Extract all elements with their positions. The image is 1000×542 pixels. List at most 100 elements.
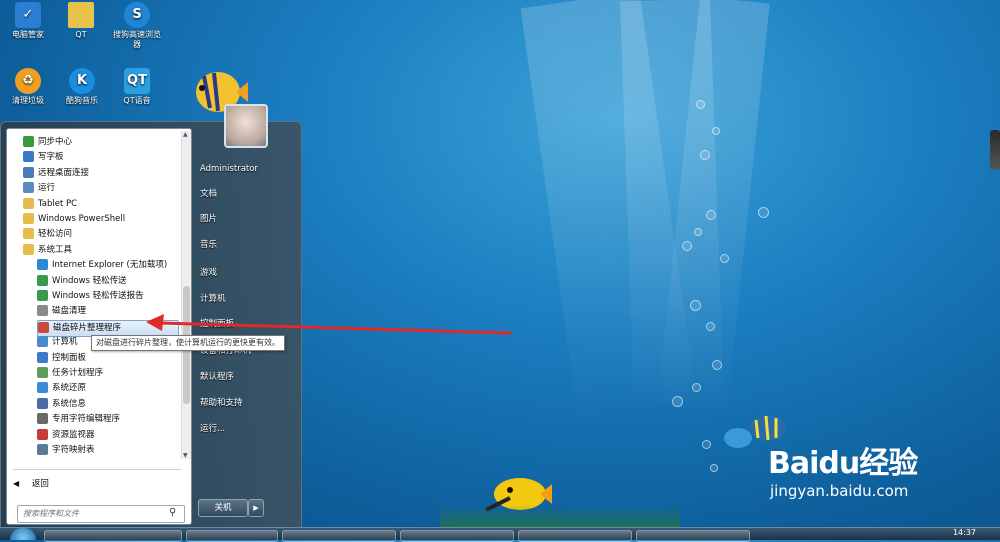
program-item[interactable]: 轻松访问 xyxy=(23,227,165,242)
start-menu-link[interactable]: 默认程序 xyxy=(200,368,234,386)
bubble xyxy=(702,440,711,449)
folder-icon xyxy=(23,228,34,240)
taskbar: 14:37 xyxy=(0,527,1000,542)
scrollbar[interactable]: ▲ ▼ xyxy=(181,131,191,459)
program-label: Windows PowerShell xyxy=(38,214,126,224)
divider xyxy=(13,469,181,470)
desktop-icon-clean-trash[interactable]: ♻ 清理垃圾 xyxy=(1,68,55,106)
program-item[interactable]: 系统还原 xyxy=(37,381,165,396)
taskbar-button[interactable] xyxy=(518,530,632,542)
gadget-meter xyxy=(990,130,1000,170)
program-item[interactable]: 同步中心 xyxy=(23,135,165,150)
start-menu-link[interactable]: 游戏 xyxy=(200,264,217,282)
back-button[interactable]: ◀ 返回 xyxy=(13,475,183,493)
program-label: 专用字符编辑程序 xyxy=(52,414,121,425)
shutdown-options-arrow[interactable]: ▶ xyxy=(248,499,264,517)
start-menu-link[interactable]: Administrator xyxy=(200,160,258,178)
taskbar-button[interactable] xyxy=(400,530,514,542)
program-item[interactable]: 系统信息 xyxy=(37,397,165,412)
system-restore-icon xyxy=(37,382,48,394)
start-menu-link[interactable]: 音乐 xyxy=(200,236,217,254)
program-item[interactable]: 控制面板 xyxy=(37,351,165,366)
baidu-url: jingyan.baidu.com xyxy=(770,482,909,500)
char-editor-icon xyxy=(37,413,48,425)
taskbar-button[interactable] xyxy=(636,530,750,542)
program-label: 系统还原 xyxy=(52,383,87,394)
program-list: 同步中心写字板远程桌面连接运行 Tablet PC Windows PowerShe… xyxy=(7,129,179,459)
start-menu-link[interactable]: 文档 xyxy=(200,185,217,203)
program-item[interactable]: Windows 轻松传送 xyxy=(37,274,165,289)
bubble xyxy=(712,127,720,135)
bubble xyxy=(694,228,702,236)
program-label: Tablet PC xyxy=(38,198,78,209)
program-item[interactable]: 远程桌面连接 xyxy=(23,166,165,181)
seaweed xyxy=(440,505,680,527)
ie-icon xyxy=(37,259,48,271)
search-input[interactable] xyxy=(18,506,163,520)
bubble xyxy=(690,300,701,311)
scroll-down-arrow[interactable]: ▼ xyxy=(183,452,188,459)
program-item[interactable]: 专用字符编辑程序 xyxy=(37,412,165,427)
program-label: Windows 轻松传送报告 xyxy=(52,291,144,301)
shutdown-button[interactable]: 关机 xyxy=(198,499,248,517)
program-label: 资源监视器 xyxy=(52,429,95,440)
program-label: 任务计划程序 xyxy=(52,368,104,378)
computer-icon xyxy=(37,336,48,348)
bubble xyxy=(712,360,722,370)
start-menu-link[interactable]: 帮助和支持 xyxy=(200,394,243,412)
program-item[interactable]: 任务计划程序 xyxy=(37,366,165,381)
music-icon: K xyxy=(69,68,95,94)
control-panel-icon xyxy=(37,351,48,363)
program-item[interactable]: Tablet PC xyxy=(23,197,165,212)
bubble xyxy=(710,464,718,472)
bubble xyxy=(706,210,716,220)
folder-icon xyxy=(23,213,34,224)
shield-icon: ✓ xyxy=(15,2,41,28)
search-icon[interactable]: ⚲ xyxy=(169,507,181,519)
user-avatar[interactable] xyxy=(224,104,268,148)
folder-icon xyxy=(68,2,94,28)
baidu-watermark: Baidu经验 jingyan.baidu.com xyxy=(768,438,918,500)
desktop-icon-qt-voice[interactable]: QT QT语音 xyxy=(110,68,164,106)
bubble xyxy=(692,383,701,392)
desktop-icon-pc-manager[interactable]: ✓ 电脑管家 xyxy=(1,2,55,40)
annotation-arrow xyxy=(146,314,512,335)
program-item[interactable]: Windows PowerShell xyxy=(23,212,165,227)
baidu-logo: Baidu经验 xyxy=(768,446,918,481)
voice-icon: QT xyxy=(124,68,150,94)
start-orb[interactable] xyxy=(10,528,36,540)
program-label: 轻松访问 xyxy=(38,229,73,240)
start-menu-link[interactable]: 图片 xyxy=(200,210,217,228)
bubble xyxy=(758,207,769,218)
program-label: 系统工具 xyxy=(38,244,73,255)
program-label: 远程桌面连接 xyxy=(38,167,90,178)
desktop-icon-sogou-browser[interactable]: S 搜狗高速浏览器 xyxy=(110,2,164,50)
desktop-icon-label: QT语音 xyxy=(123,96,151,105)
task-scheduler-icon xyxy=(37,367,48,378)
desktop-icon-label: 搜狗高速浏览器 xyxy=(113,30,161,49)
program-label: 字符映射表 xyxy=(52,445,95,455)
search-box[interactable]: ⚲ xyxy=(17,505,185,523)
remote-desktop-icon xyxy=(23,166,34,178)
program-label: 控制面板 xyxy=(52,352,87,363)
scroll-up-arrow[interactable]: ▲ xyxy=(183,131,188,138)
program-item[interactable]: Internet Explorer (无加载项) xyxy=(37,258,168,273)
program-item[interactable]: 运行 xyxy=(23,181,165,196)
taskbar-button[interactable] xyxy=(282,530,396,542)
program-item[interactable]: 写字板 xyxy=(23,150,165,165)
program-label: 磁盘清理 xyxy=(52,306,87,317)
start-menu-link[interactable]: 运行... xyxy=(200,420,225,438)
taskbar-button[interactable] xyxy=(44,530,182,542)
desktop-icon-kugou-music[interactable]: K 酷狗音乐 xyxy=(55,68,109,106)
program-item[interactable]: 资源监视器 xyxy=(37,428,165,443)
taskbar-button[interactable] xyxy=(186,530,278,542)
program-label: Internet Explorer (无加载项) xyxy=(52,260,168,271)
program-item[interactable]: 系统工具 xyxy=(23,243,165,258)
broom-icon: ♻ xyxy=(15,68,41,94)
desktop-icon-label: 电脑管家 xyxy=(12,30,44,39)
taskbar-clock[interactable]: 14:37 xyxy=(953,528,976,537)
char-map-icon xyxy=(37,444,48,455)
program-label: 同步中心 xyxy=(38,137,73,147)
desktop-icon-qt-folder[interactable]: QT xyxy=(54,2,108,40)
program-item[interactable]: 字符映射表 xyxy=(37,443,165,458)
